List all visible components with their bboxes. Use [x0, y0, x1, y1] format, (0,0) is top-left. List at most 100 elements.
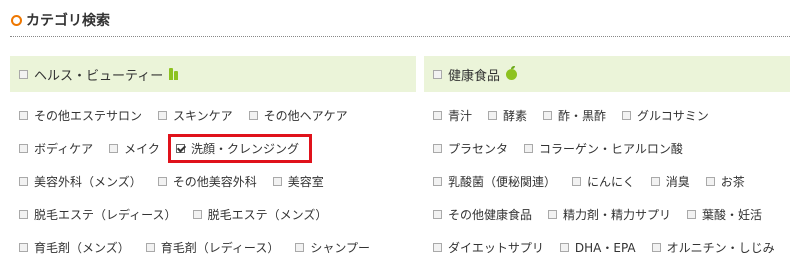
subcategory-option[interactable]: 葉酸・妊活 [687, 206, 762, 223]
subcategory-checkbox[interactable] [295, 243, 305, 252]
subcategory-checkbox[interactable] [650, 177, 660, 186]
subcategory-row: プラセンタ コラーゲン・ヒアルロン酸 [424, 132, 790, 165]
subcategory-label: コラーゲン・ヒアルロン酸 [539, 142, 683, 156]
subcategory-label: 葉酸・妊活 [702, 208, 763, 222]
subcategory-option[interactable]: メイク [109, 140, 160, 157]
subcategory-row: 乳酸菌（便秘関連） にんにく 消臭 お茶 [424, 165, 790, 198]
subcategory-list: 青汁 酵素 酢・黒酢 グルコサミンプラセンタ コラーゲン・ヒアルロン酸乳酸菌（便秘関連）… [424, 92, 790, 264]
subcategory-checkbox[interactable] [524, 144, 534, 153]
category-header-checkbox[interactable] [19, 69, 28, 79]
subcategory-row: 育毛剤（メンズ） 育毛剤（レディース） シャンプー [10, 231, 416, 264]
bottle-icon [169, 68, 179, 80]
subcategory-checkbox[interactable] [248, 111, 258, 120]
subcategory-checkbox[interactable] [572, 177, 582, 186]
subcategory-checkbox[interactable] [687, 210, 697, 219]
subcategory-checkbox[interactable] [158, 111, 168, 120]
subcategory-option[interactable]: シャンプー [295, 239, 370, 256]
subcategory-option[interactable]: 青汁 [433, 107, 472, 124]
subcategory-option[interactable]: その他エステサロン [19, 107, 142, 124]
subcategory-label: ダイエットサプリ [448, 241, 544, 255]
subcategory-checkbox[interactable] [109, 144, 119, 153]
section-title-text: カテゴリ検索 [26, 13, 110, 29]
subcategory-option[interactable]: お茶 [705, 173, 745, 190]
subcategory-label: 育毛剤（レディース） [160, 241, 280, 255]
subcategory-option[interactable]: 美容外科（メンズ） [19, 173, 142, 190]
subcategory-option[interactable]: グルコサミン [622, 107, 709, 124]
subcategory-option[interactable]: 精力剤・精力サプリ [548, 206, 671, 223]
subcategory-option[interactable]: その他健康食品 [433, 206, 532, 223]
subcategory-checkbox[interactable] [157, 177, 167, 186]
subcategory-checkbox[interactable] [548, 210, 558, 219]
subcategory-option[interactable]: 脱毛エステ（レディース） [19, 206, 177, 223]
title-divider [10, 36, 790, 37]
subcategory-checkbox[interactable] [19, 144, 28, 153]
subcategory-option[interactable]: プラセンタ [433, 140, 508, 157]
subcategory-row: 脱毛エステ（レディース） 脱毛エステ（メンズ） [10, 198, 416, 231]
category-header-health-food[interactable]: 健康食品 [424, 56, 790, 92]
subcategory-label: 脱毛エステ（レディース） [34, 208, 177, 222]
subcategory-label: オルニチン・しじみ [666, 241, 775, 255]
subcategory-option[interactable]: 洗顔・クレンジング [167, 134, 312, 163]
subcategory-label: グルコサミン [637, 109, 709, 123]
subcategory-row: ダイエットサプリ DHA・EPA オルニチン・しじみ [424, 231, 790, 264]
subcategory-checkbox[interactable] [19, 210, 28, 219]
category-header-checkbox[interactable] [433, 69, 442, 79]
subcategory-option[interactable]: コラーゲン・ヒアルロン酸 [524, 140, 683, 157]
subcategory-checkbox[interactable] [488, 111, 498, 120]
subcategory-label: 酢・黒酢 [558, 109, 607, 123]
subcategory-option[interactable]: にんにく [572, 173, 635, 190]
subcategory-option[interactable]: 育毛剤（メンズ） [19, 239, 130, 256]
subcategory-checkbox[interactable] [175, 144, 185, 153]
subcategory-label: お茶 [720, 175, 745, 189]
subcategory-checkbox[interactable] [19, 111, 28, 120]
subcategory-option[interactable]: その他ヘアケア [248, 107, 348, 124]
subcategory-option[interactable]: オルニチン・しじみ [651, 239, 775, 256]
subcategory-label: その他美容外科 [172, 175, 257, 189]
subcategory-checkbox[interactable] [192, 210, 202, 219]
subcategory-checkbox[interactable] [543, 111, 553, 120]
subcategory-option[interactable]: 育毛剤（レディース） [145, 239, 280, 256]
subcategory-label: 精力剤・精力サプリ [563, 208, 672, 222]
subcategory-label: 乳酸菌（便秘関連） [448, 175, 557, 189]
subcategory-checkbox[interactable] [651, 243, 661, 252]
subcategory-option[interactable]: スキンケア [158, 107, 233, 124]
subcategory-option[interactable]: 乳酸菌（便秘関連） [433, 173, 556, 190]
subcategory-label: 洗顔・クレンジング [190, 142, 299, 156]
subcategory-option[interactable]: ボディケア [19, 140, 93, 157]
subcategory-checkbox[interactable] [19, 177, 28, 186]
subcategory-checkbox[interactable] [433, 243, 442, 252]
subcategory-option[interactable]: DHA・EPA [559, 239, 636, 256]
circle-icon [11, 14, 22, 26]
subcategory-checkbox[interactable] [145, 243, 155, 252]
subcategory-option[interactable]: 美容室 [272, 173, 324, 190]
subcategory-label: 酵素 [503, 109, 528, 123]
subcategory-option[interactable]: ダイエットサプリ [433, 239, 544, 256]
subcategory-label: にんにく [587, 175, 635, 189]
section-title: カテゴリ検索 [11, 10, 110, 30]
subcategory-checkbox[interactable] [622, 111, 632, 120]
subcategory-label: 青汁 [448, 109, 473, 123]
subcategory-row: ボディケア メイク 洗顔・クレンジング [10, 132, 416, 165]
subcategory-label: 消臭 [665, 175, 690, 189]
subcategory-option[interactable]: その他美容外科 [157, 173, 257, 190]
subcategory-row: その他健康食品 精力剤・精力サプリ 葉酸・妊活 [424, 198, 790, 231]
subcategory-option[interactable]: 脱毛エステ（メンズ） [192, 206, 327, 223]
subcategory-option[interactable]: 消臭 [650, 173, 690, 190]
subcategory-label: シャンプー [310, 241, 370, 255]
subcategory-label: メイク [124, 142, 160, 156]
subcategory-checkbox[interactable] [433, 177, 442, 186]
subcategory-checkbox[interactable] [433, 210, 442, 219]
category-group-health-food: 健康食品 青汁 酵素 酢・黒酢 グルコサミンプラセンタ コラーゲン・ヒアルロン酸乳酸菌（… [424, 56, 790, 264]
category-group-health-beauty: ヘルス・ビューティー その他エステサロン スキンケア その他ヘアケアボディケア メイク… [10, 56, 416, 264]
subcategory-checkbox[interactable] [559, 243, 569, 252]
subcategory-checkbox[interactable] [19, 243, 28, 252]
subcategory-checkbox[interactable] [433, 144, 442, 153]
subcategory-checkbox[interactable] [433, 111, 442, 120]
subcategory-option[interactable]: 酢・黒酢 [543, 107, 606, 124]
subcategory-checkbox[interactable] [272, 177, 282, 186]
subcategory-checkbox[interactable] [705, 177, 715, 186]
category-header-label: 健康食品 [448, 68, 501, 84]
category-header-health-beauty[interactable]: ヘルス・ビューティー [10, 56, 416, 92]
subcategory-label: その他ヘアケア [263, 109, 348, 123]
subcategory-option[interactable]: 酵素 [488, 107, 527, 124]
